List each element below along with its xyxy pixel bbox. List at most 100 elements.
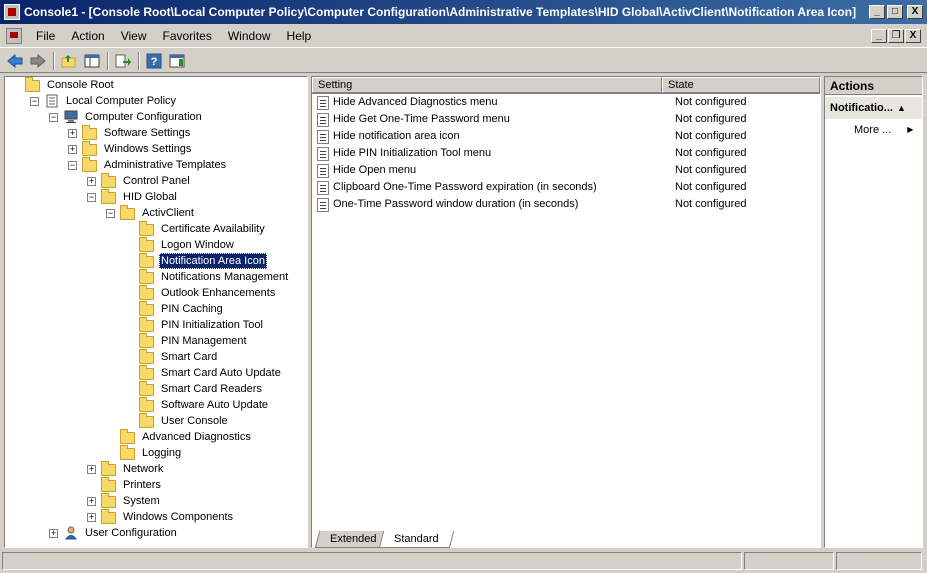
tree-node-label[interactable]: Smart Card	[159, 349, 219, 365]
tree-node[interactable]: Smart Card Readers	[5, 381, 307, 397]
tree-node[interactable]: Smart Card	[5, 349, 307, 365]
menu-help[interactable]: Help	[279, 27, 320, 45]
tree-node[interactable]: − ActivClient	[5, 205, 307, 221]
tree-node[interactable]: + Windows Settings	[5, 141, 307, 157]
tree-node[interactable]: − Computer Configuration	[5, 109, 307, 125]
tree-node-label[interactable]: Console Root	[45, 77, 116, 93]
expand-icon[interactable]: +	[87, 513, 96, 522]
tree-node[interactable]: − Administrative Templates	[5, 157, 307, 173]
table-row[interactable]: Hide notification area icon Not configure…	[312, 128, 820, 145]
expand-icon[interactable]: +	[49, 529, 58, 538]
collapse-icon[interactable]: −	[30, 97, 39, 106]
tree-node[interactable]: Advanced Diagnostics	[5, 429, 307, 445]
tree-node[interactable]: + User Configuration	[5, 525, 307, 541]
tree-node-label[interactable]: Smart Card Readers	[159, 381, 264, 397]
tree-node[interactable]: PIN Management	[5, 333, 307, 349]
tree-node[interactable]: + Network	[5, 461, 307, 477]
tree-node[interactable]: User Console	[5, 413, 307, 429]
tree-node-label[interactable]: Certificate Availability	[159, 221, 267, 237]
tree-node[interactable]: PIN Caching	[5, 301, 307, 317]
tree-node-label[interactable]: Administrative Templates	[102, 157, 228, 173]
tree-node[interactable]: Console Root	[5, 77, 307, 93]
table-row[interactable]: Hide PIN Initialization Tool menu Not con…	[312, 145, 820, 162]
show-hide-action-pane-icon[interactable]	[166, 51, 188, 71]
setting-cell[interactable]: Hide Open menu	[312, 162, 670, 179]
actions-more[interactable]: More ... ▶	[825, 119, 922, 141]
tree-node[interactable]: Notifications Management	[5, 269, 307, 285]
tree-node[interactable]: + Windows Components	[5, 509, 307, 525]
tree-node-label[interactable]: Software Auto Update	[159, 397, 270, 413]
tree-node-label[interactable]: Network	[121, 461, 165, 477]
tree-node[interactable]: Certificate Availability	[5, 221, 307, 237]
tree-node-label[interactable]: Windows Settings	[102, 141, 193, 157]
document-icon[interactable]	[6, 27, 22, 44]
menu-view[interactable]: View	[113, 27, 155, 45]
table-row[interactable]: Clipboard One-Time Password expiration (…	[312, 179, 820, 196]
tree-node-label[interactable]: Computer Configuration	[83, 109, 204, 125]
table-row[interactable]: Hide Advanced Diagnostics menu Not config…	[312, 94, 820, 111]
expand-icon[interactable]: +	[68, 129, 77, 138]
tree-node[interactable]: + Control Panel	[5, 173, 307, 189]
column-header-state[interactable]: State	[662, 77, 820, 93]
tree-node-label[interactable]: HID Global	[121, 189, 179, 205]
tree-node[interactable]: Logon Window	[5, 237, 307, 253]
tree-node[interactable]: PIN Initialization Tool	[5, 317, 307, 333]
collapse-icon[interactable]: −	[87, 193, 96, 202]
menu-window[interactable]: Window	[220, 27, 279, 45]
tree-node-label[interactable]: Printers	[121, 477, 163, 493]
mdi-close-button[interactable]: X	[905, 28, 921, 43]
up-folder-icon[interactable]	[58, 51, 80, 71]
close-button[interactable]: X	[907, 5, 923, 19]
tree-node-label[interactable]: Notifications Management	[159, 269, 290, 285]
tree-node[interactable]: Outlook Enhancements	[5, 285, 307, 301]
tree-node[interactable]: Notification Area Icon	[5, 253, 307, 269]
expand-icon[interactable]: +	[87, 465, 96, 474]
expand-icon[interactable]: +	[68, 145, 77, 154]
tree-node-label[interactable]: Smart Card Auto Update	[159, 365, 283, 381]
tree-node[interactable]: + Software Settings	[5, 125, 307, 141]
collapse-icon[interactable]: −	[106, 209, 115, 218]
setting-cell[interactable]: Clipboard One-Time Password expiration (…	[312, 179, 670, 196]
actions-section-notification[interactable]: Notificatio... ▲	[825, 97, 922, 119]
tree-node-label[interactable]: Windows Components	[121, 509, 235, 525]
console-tree[interactable]: Console Root − Local Computer Policy − Compu…	[4, 76, 308, 548]
tree-node-label[interactable]: System	[121, 493, 162, 509]
tab-standard[interactable]: Standard	[378, 531, 454, 548]
tree-node-label[interactable]: Advanced Diagnostics	[140, 429, 253, 445]
policy-list[interactable]: Setting State Hide Advanced Diagnostics …	[311, 76, 821, 548]
tree-node[interactable]: + System	[5, 493, 307, 509]
tree-node-label[interactable]: ActivClient	[140, 205, 196, 221]
expand-icon[interactable]: +	[87, 177, 96, 186]
tree-node-label-selected[interactable]: Notification Area Icon	[159, 253, 267, 269]
setting-cell[interactable]: Hide Advanced Diagnostics menu	[312, 94, 670, 111]
tree-node-label[interactable]: Control Panel	[121, 173, 192, 189]
tree-node[interactable]: Smart Card Auto Update	[5, 365, 307, 381]
tree-node-label[interactable]: Software Settings	[102, 125, 192, 141]
column-header-setting[interactable]: Setting	[312, 77, 662, 93]
tree-node-label[interactable]: Logon Window	[159, 237, 236, 253]
mdi-restore-button[interactable]: ❐	[888, 28, 904, 43]
tree-node-label[interactable]: PIN Caching	[159, 301, 225, 317]
setting-cell[interactable]: Hide Get One-Time Password menu	[312, 111, 670, 128]
mmc-app-icon[interactable]	[4, 4, 20, 20]
table-row[interactable]: One-Time Password window duration (in se…	[312, 196, 820, 213]
collapse-icon[interactable]: −	[49, 113, 58, 122]
setting-cell[interactable]: Hide notification area icon	[312, 128, 670, 145]
help-icon[interactable]: ?	[143, 51, 165, 71]
collapse-icon[interactable]: −	[68, 161, 77, 170]
back-icon[interactable]	[4, 51, 26, 71]
menu-file[interactable]: File	[28, 27, 63, 45]
tree-node-label[interactable]: User Configuration	[83, 525, 179, 541]
tree-node[interactable]: Logging	[5, 445, 307, 461]
tree-node-label[interactable]: User Console	[159, 413, 230, 429]
tree-node-label[interactable]: Logging	[140, 445, 183, 461]
collapse-arrow-icon[interactable]: ▲	[897, 97, 906, 119]
tree-node[interactable]: Printers	[5, 477, 307, 493]
expand-icon[interactable]: +	[87, 497, 96, 506]
mdi-minimize-button[interactable]: _	[871, 28, 887, 43]
tree-node-label[interactable]: PIN Management	[159, 333, 249, 349]
tree-node[interactable]: − Local Computer Policy	[5, 93, 307, 109]
tree-node[interactable]: Software Auto Update	[5, 397, 307, 413]
forward-icon[interactable]	[27, 51, 49, 71]
setting-cell[interactable]: Hide PIN Initialization Tool menu	[312, 145, 670, 162]
